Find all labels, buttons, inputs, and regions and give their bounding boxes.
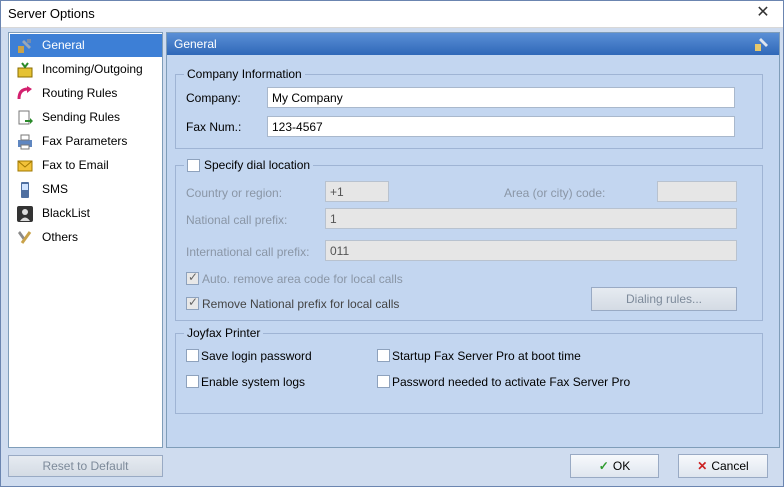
envelope-icon [17, 160, 33, 172]
sidebar-item-routing-rules[interactable]: Routing Rules [10, 82, 162, 105]
company-info-group: Company Information Company: Fax Num.: [175, 67, 763, 149]
password-needed-label: Password needed to activate Fax Server P… [392, 375, 631, 389]
panel-header: General [167, 33, 779, 55]
inbox-icon [17, 62, 33, 78]
phone-icon [21, 182, 29, 198]
company-field[interactable] [267, 87, 735, 108]
panel-title: General [174, 37, 217, 51]
sidebar-item-label: SMS [42, 182, 69, 196]
sidebar-item-sending-rules[interactable]: Sending Rules [10, 106, 162, 129]
sidebar-item-others[interactable]: Others [10, 226, 162, 249]
sidebar-item-fax-parameters[interactable]: Fax Parameters [10, 130, 162, 153]
close-icon[interactable]: ✕ [753, 3, 773, 23]
checkmark-icon: ✓ [598, 459, 609, 473]
save-login-password-checkbox[interactable] [186, 349, 199, 362]
country-label: Country or region: [186, 186, 283, 200]
international-prefix-field[interactable] [325, 240, 737, 261]
international-prefix-label: International call prefix: [186, 245, 310, 259]
national-prefix-field[interactable] [325, 208, 737, 229]
area-code-label: Area (or city) code: [504, 186, 606, 200]
sidebar-item-label: Routing Rules [42, 86, 118, 100]
printer-icon [18, 134, 32, 150]
cancel-x-icon: ✕ [697, 459, 708, 473]
tools-icon [18, 39, 31, 53]
startup-at-boot-label: Startup Fax Server Pro at boot time [392, 349, 581, 363]
tools-icon [755, 38, 768, 51]
sidebar-item-label: Sending Rules [42, 110, 121, 124]
ok-label: OK [612, 459, 631, 473]
send-document-icon [18, 110, 33, 125]
window-title: Server Options [8, 6, 95, 21]
specify-dial-location-checkbox[interactable] [187, 159, 200, 172]
ok-button[interactable]: ✓ OK [570, 454, 659, 478]
sidebar-item-label: General [42, 38, 85, 52]
sidebar-item-blacklist[interactable]: BlackList [10, 202, 162, 225]
dial-location-legend: Specify dial location [184, 158, 314, 172]
sidebar-item-label: Incoming/Outgoing [42, 62, 143, 76]
dial-location-group: Specify dial location Country or region:… [175, 158, 763, 321]
server-options-window: Server Options ✕ General Incoming/Outgoi… [0, 0, 784, 487]
cancel-label: Cancel [711, 459, 749, 473]
sidebar-item-fax-to-email[interactable]: Fax to Email [10, 154, 162, 177]
sidebar-item-label: Others [42, 230, 79, 244]
country-field[interactable] [325, 181, 389, 202]
sidebar-item-general[interactable]: General [10, 34, 162, 57]
sidebar-item-incoming-outgoing[interactable]: Incoming/Outgoing [10, 58, 162, 81]
person-silhouette-icon [17, 206, 33, 222]
auto-remove-area-code-label: Auto. remove area code for local calls [202, 272, 403, 286]
dialing-rules-button[interactable]: Dialing rules... [591, 287, 737, 311]
fax-num-label: Fax Num.: [186, 120, 242, 134]
main-panel: General Company Information Company: Fax… [166, 32, 780, 448]
save-login-password-label: Save login password [201, 349, 312, 363]
joyfax-printer-group: Joyfax Printer Save login password Enabl… [175, 326, 763, 414]
company-info-legend: Company Information [184, 67, 305, 81]
sidebar-item-label: Fax to Email [42, 158, 109, 172]
sidebar-item-label: Fax Parameters [42, 134, 128, 148]
cancel-button[interactable]: ✕ Cancel [678, 454, 768, 478]
joyfax-printer-legend: Joyfax Printer [184, 326, 264, 340]
dial-location-label: Specify dial location [204, 158, 311, 172]
remove-national-prefix-checkbox[interactable] [186, 295, 199, 310]
fax-num-field[interactable] [267, 116, 735, 137]
reset-to-default-button[interactable]: Reset to Default [8, 455, 163, 477]
sidebar-item-sms[interactable]: SMS [10, 178, 162, 201]
enable-system-logs-label: Enable system logs [201, 375, 306, 389]
national-prefix-label: National call prefix: [186, 213, 288, 227]
auto-remove-area-code-checkbox[interactable] [186, 270, 199, 285]
wrench-icon [18, 231, 32, 244]
sidebar-item-label: BlackList [42, 206, 91, 220]
remove-national-prefix-label: Remove National prefix for local calls [202, 297, 400, 311]
routing-arrow-icon [17, 86, 32, 100]
title-bar: Server Options ✕ [1, 1, 783, 28]
password-needed-checkbox[interactable] [377, 375, 390, 388]
sidebar: General Incoming/Outgoing Routing Rules … [8, 32, 163, 448]
enable-system-logs-checkbox[interactable] [186, 375, 199, 388]
area-code-field[interactable] [657, 181, 737, 202]
startup-at-boot-checkbox[interactable] [377, 349, 390, 362]
company-label: Company: [186, 91, 241, 105]
